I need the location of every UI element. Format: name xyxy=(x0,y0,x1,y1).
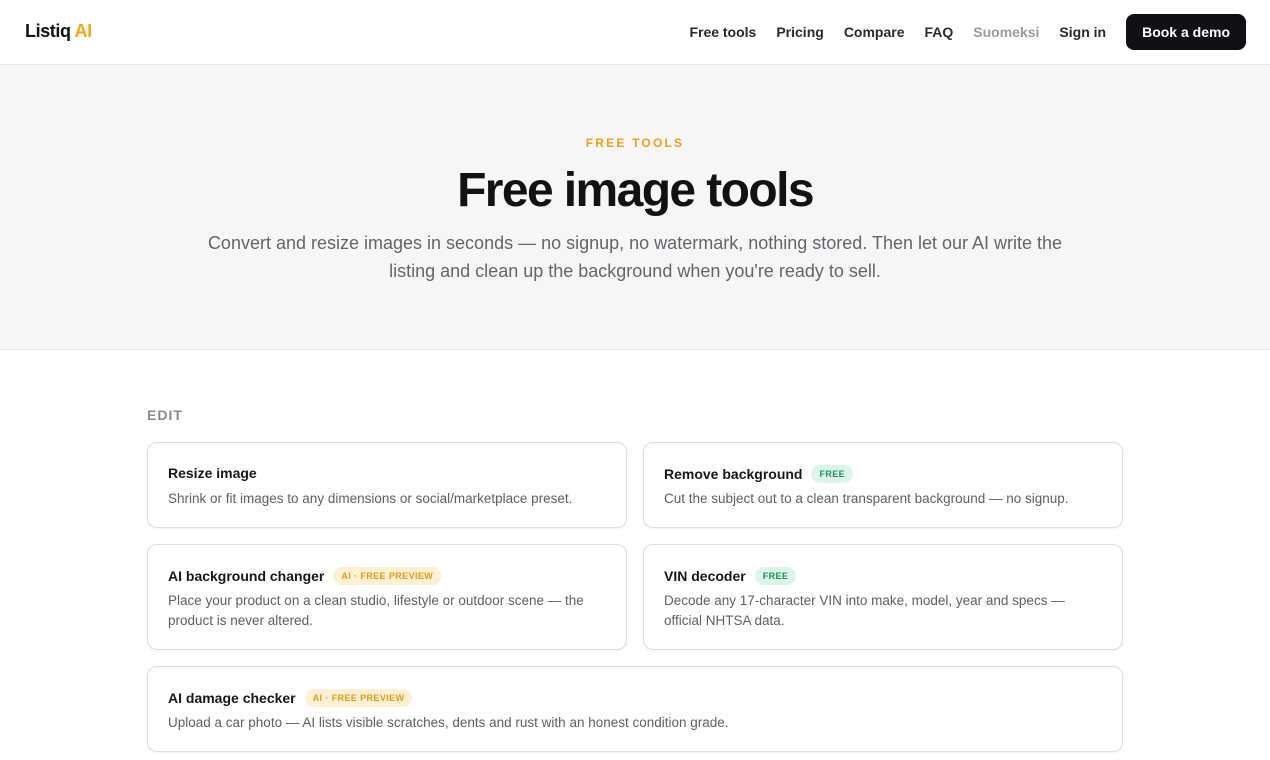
card-header: Remove background FREE xyxy=(664,465,854,483)
card-description: Place your product on a clean studio, li… xyxy=(168,593,584,628)
page-title: Free image tools xyxy=(457,164,814,217)
card-description: Shrink or fit images to any dimensions o… xyxy=(168,491,573,506)
nav-link-sign-in[interactable]: Sign in xyxy=(1059,24,1106,40)
nav-link-free-tools[interactable]: Free tools xyxy=(689,24,756,40)
nav-link-language-finnish[interactable]: Suomeksi xyxy=(973,24,1039,40)
card-title: AI background changer xyxy=(168,568,325,584)
card-header: VIN decoder FREE xyxy=(664,567,797,585)
card-title: VIN decoder xyxy=(664,568,746,584)
tool-card-ai-damage-checker[interactable]: AI damage checker AI · FREE PREVIEW Uplo… xyxy=(147,666,1123,752)
tool-card-remove-background[interactable]: Remove background FREE Cut the subject o… xyxy=(643,442,1123,528)
book-demo-button[interactable]: Book a demo xyxy=(1126,14,1246,50)
free-badge: FREE xyxy=(811,465,854,483)
brand-name: Listiq xyxy=(25,21,71,41)
ai-free-preview-badge: AI · FREE PREVIEW xyxy=(333,567,442,585)
top-navigation-bar: Listiq AI Free tools Pricing Compare FAQ… xyxy=(0,0,1270,65)
nav-link-compare[interactable]: Compare xyxy=(844,24,905,40)
hero-section: FREE TOOLS Free image tools Convert and … xyxy=(0,65,1270,350)
nav-link-pricing[interactable]: Pricing xyxy=(776,24,823,40)
card-header: AI background changer AI · FREE PREVIEW xyxy=(168,567,442,585)
card-header: AI damage checker AI · FREE PREVIEW xyxy=(168,689,413,707)
brand-ai-accent: AI xyxy=(74,21,93,41)
section-label-edit: EDIT xyxy=(147,407,183,423)
hero-subtitle: Convert and resize images in seconds — n… xyxy=(207,233,1063,281)
free-badge: FREE xyxy=(754,567,797,585)
tool-card-ai-background-changer[interactable]: AI background changer AI · FREE PREVIEW … xyxy=(147,544,627,650)
main-nav: Free tools Pricing Compare FAQ Suomeksi … xyxy=(669,14,1246,50)
tool-card-vin-decoder[interactable]: VIN decoder FREE Decode any 17-character… xyxy=(643,544,1123,650)
tool-card-resize-image[interactable]: Resize image Shrink or fit images to any… xyxy=(147,442,627,528)
card-header: Resize image xyxy=(168,465,257,481)
hero-eyebrow: FREE TOOLS xyxy=(585,136,685,150)
card-title: AI damage checker xyxy=(168,690,296,706)
brand-logo[interactable]: Listiq AI xyxy=(25,21,92,42)
card-description: Decode any 17-character VIN into make, m… xyxy=(664,593,1065,628)
card-title: Remove background xyxy=(664,466,803,482)
card-description: Cut the subject out to a clean transpare… xyxy=(664,491,1069,506)
ai-free-preview-badge: AI · FREE PREVIEW xyxy=(304,689,413,707)
card-description: Upload a car photo — AI lists visible sc… xyxy=(168,715,729,730)
card-title: Resize image xyxy=(168,465,257,481)
nav-link-faq[interactable]: FAQ xyxy=(925,24,954,40)
